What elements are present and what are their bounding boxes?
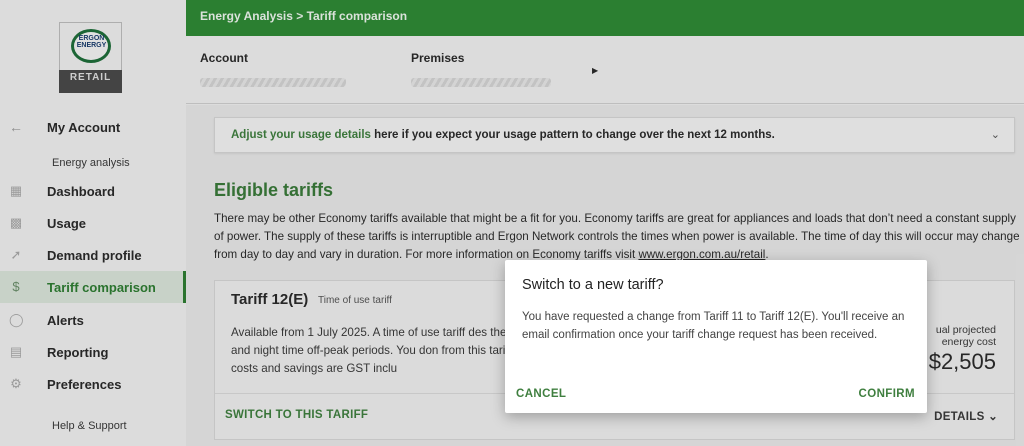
confirm-button[interactable]: CONFIRM [859, 388, 915, 400]
dialog-message: You have requested a change from Tariff … [522, 311, 905, 341]
cancel-button[interactable]: CANCEL [516, 388, 566, 400]
dialog-title: Switch to a new tariff? [522, 277, 664, 293]
switch-tariff-dialog: Switch to a new tariff? You have request… [505, 260, 927, 413]
